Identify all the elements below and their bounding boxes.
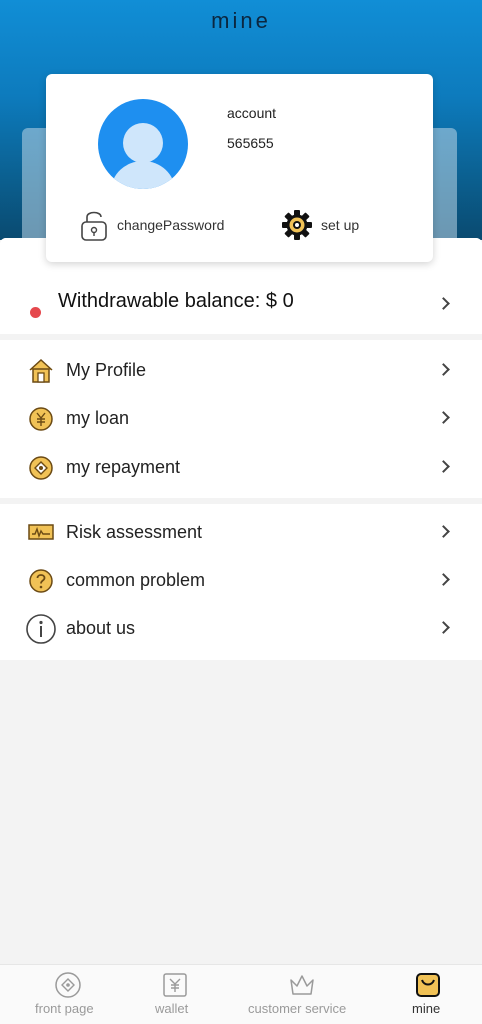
tab-mine[interactable]: mine: [410, 965, 446, 1024]
menu-item-my-repayment[interactable]: my repayment: [0, 446, 482, 490]
bottom-tab-bar: front page wallet customer service mine: [0, 964, 482, 1024]
yen-wallet-icon: [163, 973, 187, 997]
secondary-menu: Risk assessment common problem about us: [0, 504, 482, 660]
account-card: account 565655 changePassword set up: [46, 74, 433, 262]
tab-front-page[interactable]: front page: [34, 965, 104, 1024]
menu-item-my-loan[interactable]: my loan: [0, 397, 482, 441]
chevron-right-icon: [437, 460, 450, 473]
change-password-label: changePassword: [117, 217, 225, 233]
menu-item-risk-assessment[interactable]: Risk assessment: [0, 511, 482, 555]
menu-item-label: about us: [66, 618, 136, 638]
chart-card-icon: [28, 524, 54, 540]
tab-wallet[interactable]: wallet: [152, 965, 198, 1024]
setup-button[interactable]: set up: [281, 208, 359, 242]
withdrawable-balance-row[interactable]: Withdrawable balance: $ 0: [0, 280, 482, 328]
menu-item-common-problem[interactable]: common problem: [0, 559, 482, 603]
tab-label: mine: [412, 1001, 441, 1016]
lock-icon: [81, 211, 107, 241]
chevron-right-icon: [437, 363, 450, 376]
house-icon: [29, 358, 53, 383]
crown-icon: [290, 975, 314, 995]
tab-label: wallet: [155, 1001, 189, 1016]
tab-label: front page: [35, 1001, 94, 1016]
avatar-head-shape: [123, 123, 163, 163]
setup-label: set up: [321, 217, 360, 233]
info-circle-icon: [26, 614, 56, 644]
tab-label: customer service: [248, 1001, 347, 1016]
chevron-right-icon: [437, 297, 450, 310]
yen-coin-icon: [29, 407, 53, 431]
gear-icon: [282, 210, 312, 240]
menu-item-label: Risk assessment: [66, 522, 203, 542]
tab-customer-service[interactable]: customer service: [247, 965, 359, 1024]
content-area: Withdrawable balance: $ 0 My Profile my …: [0, 238, 482, 964]
chevron-right-icon: [437, 525, 450, 538]
mine-page: mine Withdrawable balance: $ 0 My Profil…: [0, 0, 482, 1024]
question-circle-icon: [29, 569, 53, 593]
chevron-right-icon: [437, 621, 450, 634]
compass-icon: [55, 972, 81, 998]
diamond-coin-icon: [29, 456, 53, 480]
primary-menu: My Profile my loan my repayment: [0, 340, 482, 498]
menu-item-label: common problem: [66, 570, 206, 590]
menu-item-about-us[interactable]: about us: [0, 607, 482, 651]
menu-item-label: My Profile: [66, 360, 147, 380]
avatar: [98, 99, 188, 189]
account-value: 565655: [227, 135, 274, 151]
menu-item-my-profile[interactable]: My Profile: [0, 349, 482, 393]
withdrawable-balance-label: Withdrawable balance: $ 0: [58, 290, 294, 312]
chevron-right-icon: [437, 411, 450, 424]
change-password-button[interactable]: changePassword: [79, 208, 224, 242]
avatar-body-shape: [111, 161, 175, 189]
menu-item-label: my loan: [66, 408, 130, 428]
user-tab-icon: [416, 973, 440, 997]
menu-item-label: my repayment: [66, 457, 181, 477]
page-title: mine: [211, 8, 271, 33]
chevron-right-icon: [437, 573, 450, 586]
account-label: account: [227, 105, 277, 121]
